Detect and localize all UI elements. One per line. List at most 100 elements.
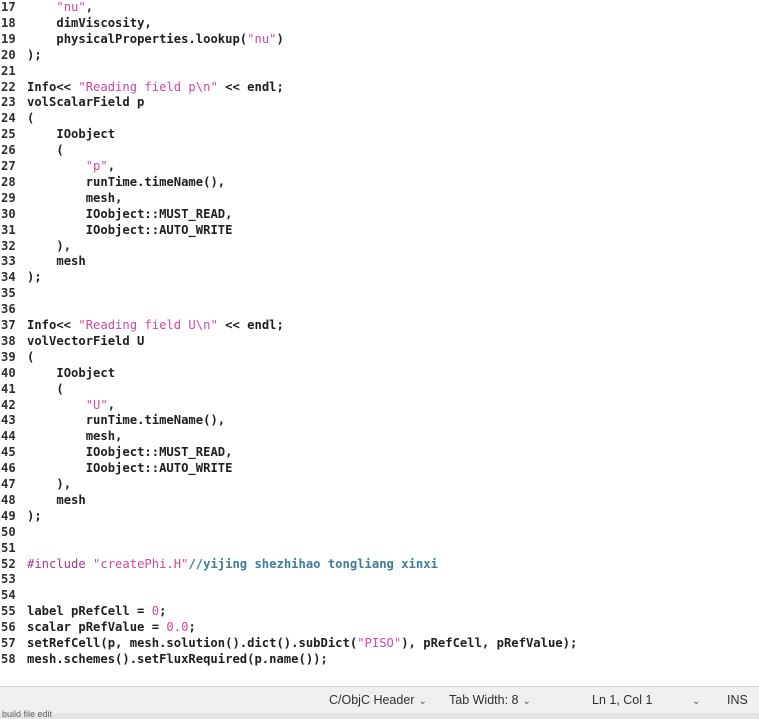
line-number: 38 <box>1 333 16 348</box>
code-token: mesh <box>56 254 86 269</box>
code-line[interactable]: 51 <box>0 540 27 556</box>
code-line[interactable]: 36 <box>0 301 27 317</box>
code-line[interactable]: 46 IOobject::AUTO_WRITE <box>0 460 232 476</box>
code-text: Info<< "Reading field U\n" << endl; <box>27 318 284 332</box>
code-line[interactable]: 25 IOobject <box>0 126 115 142</box>
code-line[interactable]: 41 ( <box>0 381 64 397</box>
code-line[interactable]: 49); <box>0 508 42 524</box>
code-line[interactable]: 18 dimViscosity, <box>0 15 152 31</box>
code-editor[interactable]: 17 "nu", 18 dimViscosity, 19 physicalPrope… <box>0 0 759 686</box>
line-number: 51 <box>1 540 16 555</box>
code-line[interactable]: 20); <box>0 47 42 63</box>
code-line[interactable]: 48 mesh <box>0 492 86 508</box>
line-number: 55 <box>1 604 16 619</box>
line-number: 43 <box>1 413 16 428</box>
code-token: "createPhi.H" <box>93 556 189 571</box>
code-line[interactable]: 35 <box>0 285 27 301</box>
code-line[interactable]: 53 <box>0 571 27 587</box>
code-text: ), <box>27 477 71 491</box>
language-selector[interactable]: C/ObjC Header ⌄ <box>329 693 427 709</box>
line-number: 37 <box>1 318 16 332</box>
code-token: ( <box>56 143 64 158</box>
code-token: volScalarField p <box>27 95 145 110</box>
code-token: mesh, <box>85 190 123 205</box>
code-line[interactable]: 58 mesh.schemes().setFluxRequired(p.name(… <box>0 651 328 667</box>
cursor-menu-chevron[interactable]: ⌄ <box>688 693 700 709</box>
code-text: IOobject::MUST_READ, <box>27 207 233 221</box>
code-line[interactable]: 17 "nu", <box>0 0 93 15</box>
code-line[interactable]: 34); <box>0 269 42 285</box>
code-token: Info<< <box>27 79 79 94</box>
code-line[interactable]: 30 IOobject::MUST_READ, <box>0 206 232 222</box>
line-number: 52 <box>1 556 16 571</box>
code-line[interactable]: 29 mesh, <box>0 190 122 206</box>
code-line[interactable]: 40 IOobject <box>0 365 115 381</box>
code-line[interactable]: 26 ( <box>0 142 64 158</box>
code-text: "nu", <box>27 0 93 14</box>
language-label: C/ObjC Header <box>329 693 415 707</box>
code-line[interactable]: 45 IOobject::MUST_READ, <box>0 444 232 460</box>
line-number: 35 <box>1 286 16 301</box>
code-line[interactable]: 37 Info<< "Reading field U\n" << endl; <box>0 317 284 333</box>
code-line[interactable]: 42 "U", <box>0 397 115 413</box>
code-text: setRefCell(p, mesh.solution().dict().sub… <box>27 636 577 650</box>
code-text: mesh <box>27 493 85 507</box>
tab-width-selector[interactable]: Tab Width: 8 ⌄ <box>449 693 531 709</box>
code-line[interactable]: 50 <box>0 524 27 540</box>
code-token: runTime.timeName(), <box>85 413 226 428</box>
code-text: volScalarField p <box>27 95 144 109</box>
cursor-position-label: Ln 1, Col 1 <box>592 693 653 707</box>
code-token: "Reading field p\n" <box>78 79 218 94</box>
code-token: IOobject::AUTO_WRITE <box>85 461 233 476</box>
code-line[interactable]: 33 mesh <box>0 253 86 269</box>
insert-mode-indicator[interactable]: INS <box>727 693 748 707</box>
code-text: IOobject::MUST_READ, <box>27 445 233 459</box>
code-line[interactable]: 54 <box>0 587 27 603</box>
code-line[interactable]: 24 ( <box>0 110 34 126</box>
code-line[interactable]: 32 ), <box>0 238 71 254</box>
line-number: 36 <box>1 302 16 317</box>
code-line[interactable]: 44 mesh, <box>0 428 122 444</box>
line-number: 40 <box>1 365 16 380</box>
code-text: volVectorField U <box>27 334 144 348</box>
code-line[interactable]: 57 setRefCell(p, mesh.solution().dict().s… <box>0 635 577 651</box>
code-text: IOobject <box>27 366 115 380</box>
code-text: IOobject::AUTO_WRITE <box>27 461 233 476</box>
code-token: physicalProperties.lookup( <box>56 31 248 46</box>
code-text: ); <box>27 270 42 284</box>
code-line[interactable]: 56 scalar pRefValue = 0.0; <box>0 619 196 635</box>
code-line[interactable]: 39 ( <box>0 349 34 365</box>
code-text: physicalProperties.lookup("nu") <box>27 31 283 46</box>
code-text: dimViscosity, <box>27 16 151 30</box>
code-line[interactable]: 31 IOobject::AUTO_WRITE <box>0 222 232 238</box>
code-line[interactable]: 21 <box>0 63 27 79</box>
code-line[interactable]: 23 volScalarField p <box>0 94 144 110</box>
code-line[interactable]: 38 volVectorField U <box>0 333 144 349</box>
code-text: mesh <box>27 254 86 269</box>
code-line[interactable]: 47 ), <box>0 476 71 492</box>
code-line[interactable]: 22 Info<< "Reading field p\n" << endl; <box>0 79 284 95</box>
line-number: 20 <box>1 47 16 62</box>
line-number: 54 <box>1 588 16 603</box>
code-text: runTime.timeName(), <box>27 413 225 427</box>
line-number: 45 <box>1 445 16 460</box>
code-token: << endl; <box>217 318 284 332</box>
code-line[interactable]: 43 runTime.timeName(), <box>0 412 225 428</box>
code-text: "p", <box>27 159 115 173</box>
cursor-position[interactable]: Ln 1, Col 1 <box>592 693 652 707</box>
code-line[interactable]: 55 label pRefCell = 0; <box>0 603 166 619</box>
code-text: mesh.schemes().setFluxRequired(p.name())… <box>27 652 328 666</box>
code-line[interactable]: 28 runTime.timeName(), <box>0 174 225 190</box>
code-token: mesh.schemes().setFluxRequired(p.name())… <box>27 651 328 666</box>
code-line[interactable]: 19 physicalProperties.lookup("nu") <box>0 31 284 47</box>
code-line[interactable]: 27 "p", <box>0 158 115 174</box>
code-line[interactable]: 52 #include "createPhi.H"//yijing shezhih… <box>0 556 438 572</box>
